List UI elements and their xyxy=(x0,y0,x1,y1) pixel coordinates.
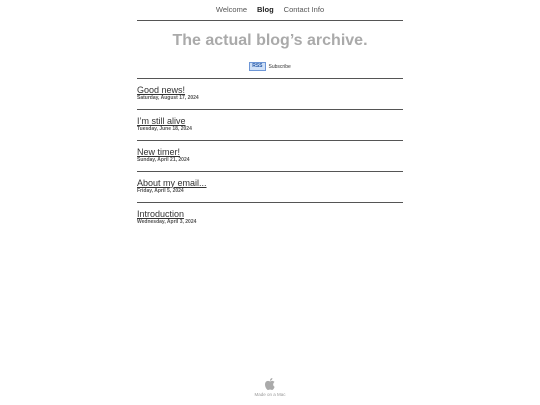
post-date: Friday, April 5, 2024 xyxy=(137,187,184,194)
post-item: Introduction Wednesday, April 3, 2024 xyxy=(137,203,403,233)
post-date: Sunday, April 21, 2024 xyxy=(137,156,190,163)
post-item: I’m still alive Tuesday, June 18, 2024 xyxy=(137,110,403,140)
top-nav: Welcome Blog Contact Info xyxy=(137,0,403,20)
post-title-link[interactable]: New timer! xyxy=(137,147,403,157)
post-item: Good news! Saturday, August 17, 2024 xyxy=(137,79,403,109)
post-item: New timer! Sunday, April 21, 2024 xyxy=(137,141,403,171)
post-date: Wednesday, April 3, 2024 xyxy=(137,218,197,225)
rss-icon: RSS xyxy=(249,62,266,72)
post-date: Tuesday, June 18, 2024 xyxy=(137,125,192,132)
footer: Made on a Mac xyxy=(0,378,540,397)
subscribe-label: Subscribe xyxy=(268,63,291,70)
page-title: The actual blog’s archive. xyxy=(172,32,368,49)
nav-blog[interactable]: Blog xyxy=(257,5,274,20)
post-title-link[interactable]: I’m still alive xyxy=(137,116,403,126)
page-container: Welcome Blog Contact Info The actual blo… xyxy=(137,0,403,233)
nav-divider xyxy=(137,20,403,21)
subscribe-link[interactable]: RSS Subscribe xyxy=(137,62,403,72)
footer-text: Made on a Mac xyxy=(254,392,286,397)
post-date: Saturday, August 17, 2024 xyxy=(137,94,199,101)
post-title-link[interactable]: About my email... xyxy=(137,178,403,188)
apple-icon xyxy=(265,378,275,390)
post-title-link[interactable]: Good news! xyxy=(137,85,403,95)
post-item: About my email... Friday, April 5, 2024 xyxy=(137,172,403,202)
nav-contact-info[interactable]: Contact Info xyxy=(284,5,324,20)
nav-welcome[interactable]: Welcome xyxy=(216,5,247,20)
post-title-link[interactable]: Introduction xyxy=(137,209,403,219)
